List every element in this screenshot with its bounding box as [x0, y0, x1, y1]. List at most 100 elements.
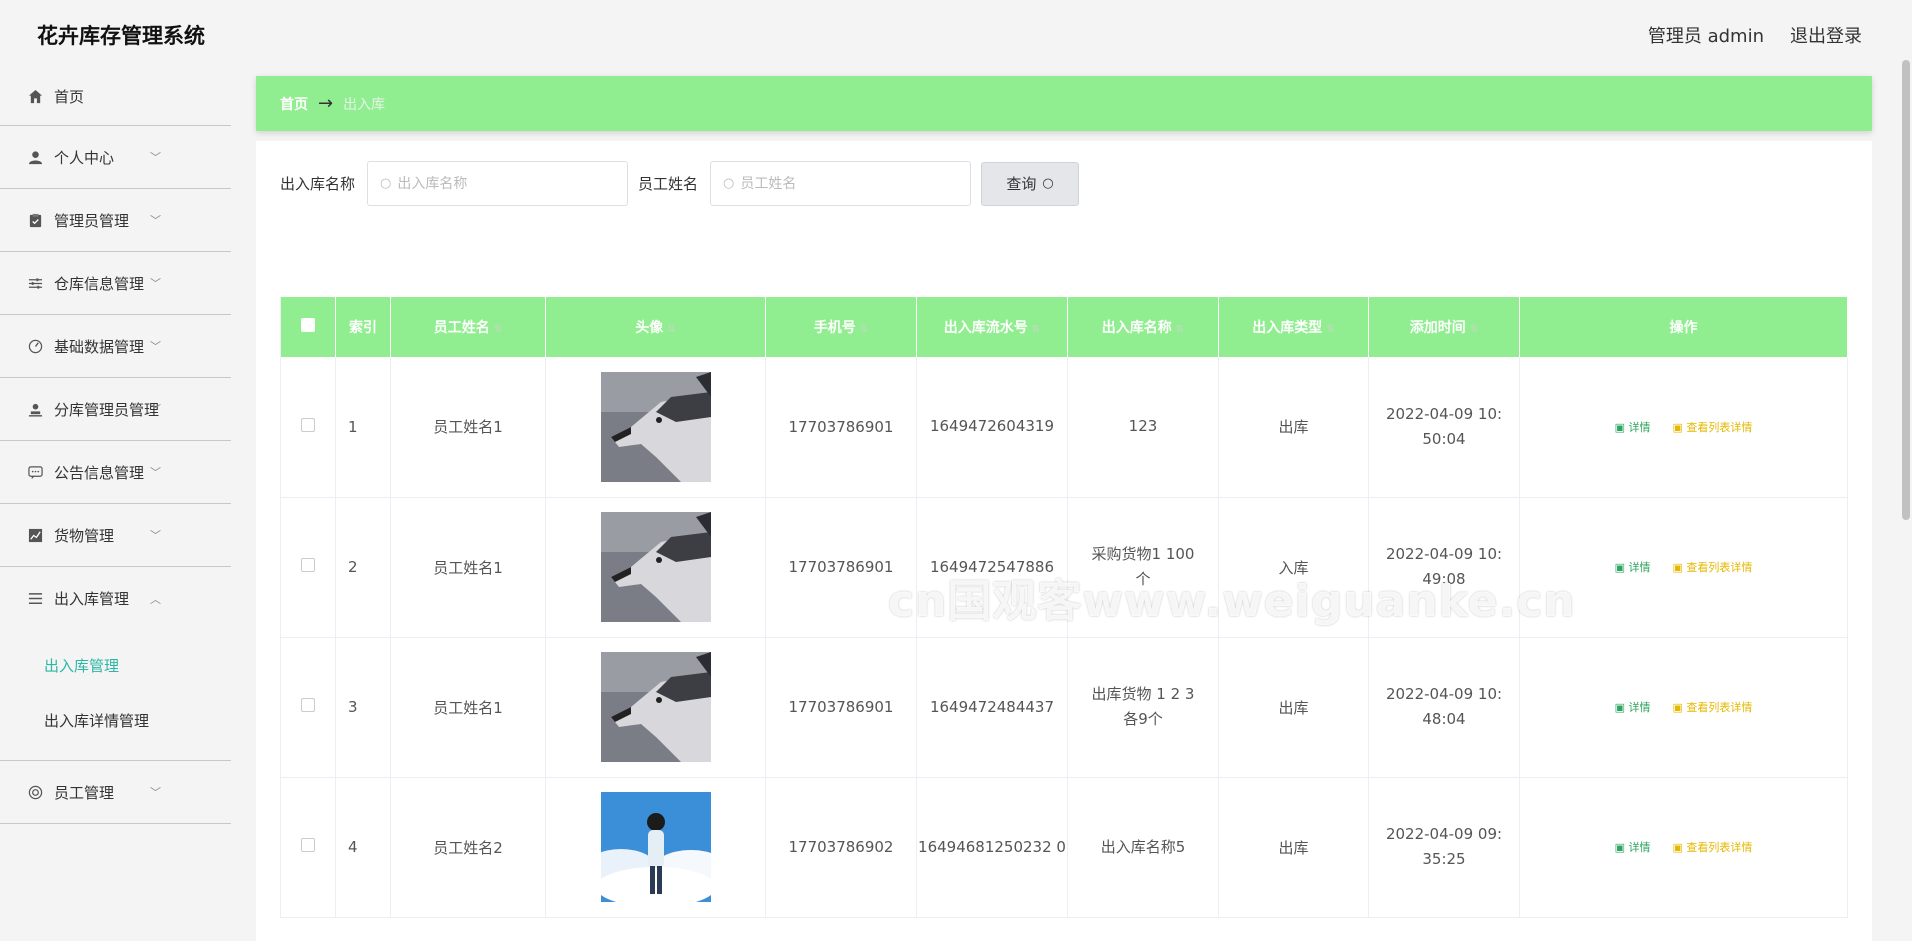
chevron-down-icon: ﹀: [150, 403, 161, 416]
lifebuoy-icon: [27, 784, 43, 800]
header-phone[interactable]: 手机号 ⇅: [765, 297, 917, 357]
index-cell: 1: [335, 357, 391, 498]
chevron-down-icon: ﹀: [150, 277, 161, 290]
sort-icon[interactable]: ⇅: [1326, 324, 1334, 335]
sidebar-item-branch-admins[interactable]: 分库管理员管理 ﹀: [0, 378, 231, 441]
list-detail-button[interactable]: ▣ 查看列表详情: [1673, 419, 1753, 435]
table-row: 3 员工姓名1 17703786901 1649472484437 出库货物 1 2 3…: [280, 637, 1848, 778]
search-form: 出入库名称 ○ 员工姓名 ○ 查询 ○: [280, 161, 1080, 206]
scrollbar[interactable]: [1902, 60, 1910, 520]
sidebar: 首页 个人中心 ﹀ 管理员管理 ﹀ 仓库信息管理 ﹀ 基础数据管理 ﹀ 分库管理…: [0, 68, 231, 932]
header-type[interactable]: 出入库类型 ⇅: [1218, 297, 1369, 357]
detail-button[interactable]: ▣ 详情: [1615, 699, 1651, 715]
avatar-cell: [545, 357, 766, 498]
chevron-down-icon: ﹀: [150, 786, 161, 799]
sort-icon[interactable]: ⇅: [860, 324, 868, 335]
sidebar-item-goods[interactable]: 货物管理 ﹀: [0, 504, 231, 567]
arrow-right-icon: →: [318, 93, 334, 114]
select-all-header[interactable]: [280, 297, 336, 357]
sort-icon[interactable]: ⇅: [494, 324, 502, 335]
submenu-item-inout-detail[interactable]: 出入库详情管理: [0, 693, 231, 748]
staff-label: 员工姓名: [638, 175, 699, 193]
inout-submenu: 出入库管理 出入库详情管理: [0, 630, 231, 761]
name-input[interactable]: [397, 175, 608, 192]
breadcrumb-home[interactable]: 首页: [280, 94, 308, 114]
main-area: 首页 → 出入库 出入库名称 ○ 员工姓名 ○ 查询 ○: [256, 76, 1872, 941]
chevron-down-icon: ﹀: [150, 529, 161, 542]
sidebar-item-admins[interactable]: 管理员管理 ﹀: [0, 189, 231, 252]
header-serial[interactable]: 出入库流水号 ⇅: [916, 297, 1068, 357]
time-cell: 2022-04-09 10:48:04: [1368, 637, 1520, 778]
logout-button[interactable]: 退出登录: [1790, 22, 1862, 48]
detail-button[interactable]: ▣ 详情: [1615, 839, 1651, 855]
header-time[interactable]: 添加时间 ⇅: [1368, 297, 1520, 357]
sidebar-item-label: 公告信息管理: [54, 463, 145, 482]
serial-cell: 1649472484437: [916, 637, 1068, 778]
user-label[interactable]: 管理员 admin: [1648, 22, 1764, 48]
gauge-icon: [27, 338, 43, 354]
list-detail-button[interactable]: ▣ 查看列表详情: [1673, 559, 1753, 575]
row-checkbox[interactable]: [301, 698, 315, 712]
chevron-down-icon: ﹀: [150, 466, 161, 479]
sort-icon[interactable]: ⇅: [1176, 324, 1184, 335]
row-select-cell[interactable]: [280, 777, 336, 918]
row-checkbox[interactable]: [301, 558, 315, 572]
name-cell: 员工姓名1: [390, 497, 546, 638]
search-icon: ○: [380, 176, 392, 191]
row-select-cell[interactable]: [280, 357, 336, 498]
sort-icon[interactable]: ⇅: [1032, 324, 1040, 335]
search-icon: ○: [1042, 176, 1054, 191]
sidebar-item-notices[interactable]: 公告信息管理 ﹀: [0, 441, 231, 504]
sidebar-item-warehouse[interactable]: 仓库信息管理 ﹀: [0, 252, 231, 315]
query-button[interactable]: 查询 ○: [981, 161, 1080, 206]
table-row: 1 员工姓名1 17703786901 1649472604319 123 出库 2022-…: [280, 357, 1848, 498]
detail-button[interactable]: ▣ 详情: [1615, 419, 1651, 435]
title-cell: 123: [1067, 357, 1219, 498]
ops-cell: ▣ 详情 ▣ 查看列表详情: [1519, 357, 1848, 498]
name-search-input[interactable]: ○: [367, 161, 629, 206]
row-select-cell[interactable]: [280, 637, 336, 778]
avatar-cell: [545, 777, 766, 918]
staff-search-input[interactable]: ○: [710, 161, 972, 206]
type-cell: 入库: [1218, 497, 1369, 638]
phone-cell: 17703786901: [765, 637, 917, 778]
row-select-cell[interactable]: [280, 497, 336, 638]
content-panel: 出入库名称 ○ 员工姓名 ○ 查询 ○ 索引 员工姓名⇅ 头像⇅: [256, 141, 1872, 941]
row-checkbox[interactable]: [301, 838, 315, 852]
sort-icon[interactable]: ⇅: [667, 324, 675, 335]
list-detail-button[interactable]: ▣ 查看列表详情: [1673, 699, 1753, 715]
list-detail-button[interactable]: ▣ 查看列表详情: [1673, 839, 1753, 855]
sidebar-item-label: 出入库管理: [54, 590, 130, 608]
title-cell: 出入库名称5: [1067, 777, 1219, 918]
phone-cell: 17703786902: [765, 777, 917, 918]
ops-cell: ▣ 详情 ▣ 查看列表详情: [1519, 637, 1848, 778]
header-avatar[interactable]: 头像 ⇅: [545, 297, 766, 357]
header-title[interactable]: 出入库名称 ⇅: [1067, 297, 1219, 357]
clipboard-icon: [27, 212, 43, 228]
sidebar-item-basedata[interactable]: 基础数据管理 ﹀: [0, 315, 231, 378]
header-name[interactable]: 员工姓名 ⇅: [390, 297, 546, 357]
name-label: 出入库名称: [280, 175, 356, 193]
sidebar-item-label: 员工管理: [54, 783, 115, 802]
row-checkbox[interactable]: [301, 417, 315, 432]
select-all-checkbox[interactable]: [301, 318, 315, 332]
breadcrumb: 首页 → 出入库: [256, 76, 1872, 131]
type-cell: 出库: [1218, 637, 1369, 778]
name-cell: 员工姓名2: [390, 777, 546, 918]
staff-input[interactable]: [740, 175, 951, 192]
sidebar-item-personal[interactable]: 个人中心 ﹀: [0, 126, 231, 189]
detail-button[interactable]: ▣ 详情: [1615, 559, 1651, 575]
submenu-item-inout-manage[interactable]: 出入库管理: [0, 638, 231, 693]
serial-cell: 1649472547886: [916, 497, 1068, 638]
phone-cell: 17703786901: [765, 497, 917, 638]
sidebar-item-home[interactable]: 首页: [0, 68, 231, 126]
ops-cell: ▣ 详情 ▣ 查看列表详情: [1519, 497, 1848, 638]
avatar: [600, 652, 711, 762]
sidebar-item-inout[interactable]: 出入库管理 ︿: [0, 567, 231, 630]
table-header-row: 索引 员工姓名 ⇅ 头像 ⇅ 手机号 ⇅ 出入库流水号 ⇅ 出入库名称 ⇅ 出入库类型 ⇅ …: [280, 297, 1848, 357]
serial-cell: 16494681250232 0: [916, 777, 1068, 918]
chevron-up-icon: ︿: [150, 592, 161, 606]
sidebar-item-label: 管理员管理: [54, 211, 130, 230]
sidebar-item-staff[interactable]: 员工管理 ﹀: [0, 761, 231, 824]
sort-icon[interactable]: ⇅: [1470, 324, 1478, 335]
